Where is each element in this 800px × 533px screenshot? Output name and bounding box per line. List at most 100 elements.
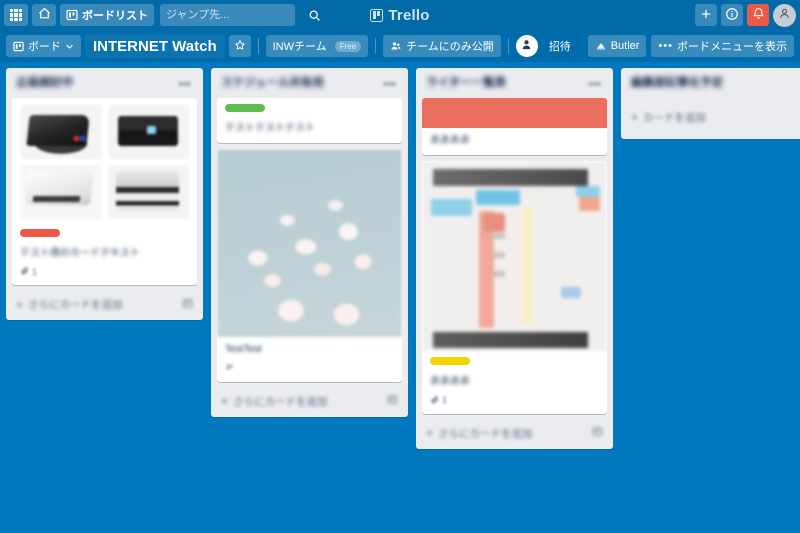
attachment-count: 1 <box>32 266 38 277</box>
list-kikaku-kentouchuu[interactable]: 企画検討中 ••• テスト用のカードテキスト 1 + さらにカードを追加 <box>6 68 203 321</box>
chevron-down-icon <box>65 42 74 51</box>
card-title: テスト用のカードテキスト <box>20 247 140 259</box>
attachment-count: 1 <box>442 395 448 406</box>
trello-board-icon <box>370 8 384 22</box>
team-plan-badge: Free <box>334 40 362 52</box>
list-title[interactable]: 企画検討中 <box>16 77 174 91</box>
card-label[interactable] <box>430 357 470 366</box>
card-label[interactable] <box>20 228 60 237</box>
list-writer-ichiran[interactable]: ライター一覧表 ••• ああああ ああああ 1 + さらにカードを追加 <box>416 68 613 449</box>
home-button[interactable] <box>32 4 56 26</box>
star-icon <box>234 39 246 54</box>
search-box[interactable] <box>160 4 320 26</box>
butler-icon <box>595 41 607 52</box>
board-title[interactable]: INTERNET Watch <box>85 34 225 58</box>
boards-list-label: ボードリスト <box>82 10 148 22</box>
doc-text-line <box>492 233 506 240</box>
card[interactable]: テスト用のカードテキスト 1 <box>12 97 197 286</box>
list-menu-ellipsis-icon[interactable]: ••• <box>174 78 195 90</box>
plus-icon: + <box>426 426 434 441</box>
notifications-button[interactable] <box>747 4 769 26</box>
doc-band-bottom <box>433 332 589 348</box>
star-board-button[interactable] <box>228 35 251 57</box>
list-footer-spacer <box>621 133 800 139</box>
board-icon <box>66 9 78 21</box>
card-body: テスト用のカードテキスト 1 <box>12 223 197 286</box>
board-member-avatar[interactable] <box>515 35 538 57</box>
doc-band-top <box>433 168 589 186</box>
card-label[interactable] <box>225 103 265 112</box>
doc-text-line <box>492 252 506 259</box>
add-card-button[interactable]: + さらにカードを追加 <box>211 386 408 417</box>
card-title: ああああ <box>430 134 470 146</box>
ellipsis-icon: ••• <box>658 40 673 52</box>
show-board-menu-label: ボードメニューを表示 <box>677 41 787 53</box>
boards-menu-label: ボード <box>28 41 61 53</box>
boards-list-button[interactable]: ボードリスト <box>60 4 154 26</box>
board-icon <box>13 41 24 52</box>
header-divider <box>507 38 509 54</box>
plus-icon: + <box>631 110 639 125</box>
account-avatar[interactable] <box>773 3 796 27</box>
header-divider <box>375 38 377 54</box>
doc-highlight-orange <box>579 197 600 211</box>
doc-highlight-blue-b <box>475 189 521 205</box>
add-card-label: カードを追加 <box>643 111 707 124</box>
apps-grid-button[interactable] <box>4 4 28 26</box>
add-card-button[interactable]: + さらにカードを追加 <box>6 289 203 320</box>
add-card-button[interactable]: + カードを追加 <box>621 102 800 133</box>
card-body: ああああ <box>422 128 607 156</box>
invite-button[interactable]: 招待 <box>542 35 578 57</box>
card[interactable]: ああああ 1 <box>422 161 607 414</box>
show-board-menu-button[interactable]: ••• ボードメニューを表示 <box>651 35 794 57</box>
add-button[interactable] <box>695 4 717 26</box>
butler-button[interactable]: Butler <box>587 35 647 57</box>
list-header: ライター一覧表 ••• <box>416 68 613 98</box>
printer-photo-1 <box>20 104 102 159</box>
board-canvas: 企画検討中 ••• テスト用のカードテキスト 1 + さらにカードを追加 スケジ… <box>0 62 800 533</box>
card-template-icon[interactable] <box>592 426 603 440</box>
list-menu-ellipsis-icon[interactable]: ••• <box>584 78 605 90</box>
card-cover-printer-photos <box>12 97 197 223</box>
list-schedule-kyouyou[interactable]: スケジュール共有用 ••• テストテストテスト TestTest + さらにカー… <box>211 68 408 417</box>
printer-photo-3 <box>20 164 102 219</box>
list-title[interactable]: ライター一覧表 <box>426 77 584 91</box>
brand-name: Trello <box>388 6 430 24</box>
bell-icon <box>752 7 765 23</box>
boards-menu-button[interactable]: ボード <box>6 35 81 57</box>
doc-text-line <box>492 271 506 278</box>
printer-photo-4 <box>107 164 189 219</box>
plus-icon <box>700 8 712 23</box>
card[interactable]: テストテストテスト <box>217 97 402 144</box>
list-title[interactable]: 編集部記事化予定 <box>631 77 800 91</box>
attachment-icon <box>430 395 439 406</box>
card[interactable]: ああああ <box>422 97 607 156</box>
add-card-button[interactable]: + さらにカードを追加 <box>416 418 613 449</box>
person-icon <box>520 38 533 54</box>
card-badges: 1 <box>430 395 599 406</box>
info-button[interactable] <box>721 4 743 26</box>
team-button[interactable]: INWチーム Free <box>265 35 369 57</box>
card-body: TestTest <box>217 337 402 382</box>
search-input[interactable] <box>166 9 308 21</box>
doc-column-yellow <box>521 206 533 325</box>
card-template-icon[interactable] <box>387 394 398 408</box>
list-menu-ellipsis-icon[interactable]: ••• <box>379 78 400 90</box>
invite-label: 招待 <box>548 41 571 53</box>
card[interactable]: TestTest <box>217 149 402 382</box>
card-badges <box>225 363 394 374</box>
header-divider <box>257 38 259 54</box>
list-henshubu-kijika-yotei[interactable]: 編集部記事化予定 + カードを追加 <box>621 68 800 139</box>
search-icon[interactable] <box>308 9 321 22</box>
team-name-label: INWチーム <box>272 41 327 53</box>
card-title: ああああ <box>430 376 470 388</box>
list-title[interactable]: スケジュール共有用 <box>221 77 379 91</box>
card-badges: 1 <box>20 266 189 277</box>
doc-blob-pink <box>483 212 506 232</box>
butler-label: Butler <box>610 40 640 52</box>
card-template-icon[interactable] <box>182 298 193 312</box>
board-header-right-actions: Butler ••• ボードメニューを表示 <box>587 35 794 57</box>
board-visibility-button[interactable]: チームにのみ公開 <box>383 35 501 57</box>
card-body: ああああ 1 <box>422 351 607 414</box>
apps-grid-icon <box>10 9 22 21</box>
